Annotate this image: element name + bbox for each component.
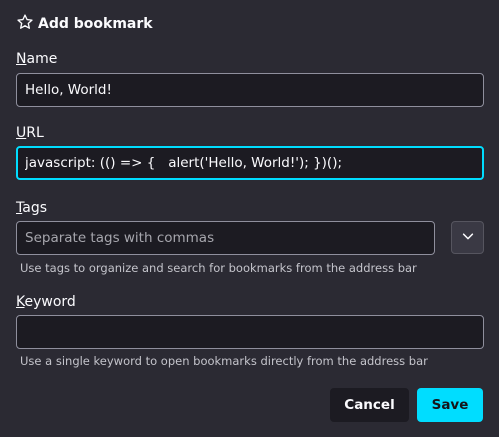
name-label-accesskey: N xyxy=(16,51,27,67)
name-label: Name xyxy=(16,51,57,67)
name-label-rest: ame xyxy=(26,51,58,67)
url-label-accesskey: U xyxy=(16,125,27,141)
tags-label: Tags xyxy=(16,200,47,216)
tags-hint: Use tags to organize and search for book… xyxy=(20,261,417,275)
tags-label-rest: ags xyxy=(22,200,47,216)
cancel-button[interactable]: Cancel xyxy=(330,388,409,422)
chevron-down-icon xyxy=(461,228,475,247)
name-input[interactable] xyxy=(16,73,484,107)
tags-input[interactable] xyxy=(16,221,435,255)
add-bookmark-dialog: Add bookmark Name URL Tags Use tags to o… xyxy=(0,0,499,437)
url-input[interactable] xyxy=(16,146,484,180)
tags-dropdown-button[interactable] xyxy=(451,221,484,254)
keyword-hint: Use a single keyword to open bookmarks d… xyxy=(20,354,428,368)
url-label: URL xyxy=(16,125,44,141)
dialog-header: Add bookmark xyxy=(16,13,153,35)
star-outline-icon xyxy=(16,13,38,35)
keyword-input[interactable] xyxy=(16,315,484,349)
save-button[interactable]: Save xyxy=(417,388,483,422)
keyword-label-rest: eyword xyxy=(24,294,76,310)
keyword-label: Keyword xyxy=(16,294,76,310)
dialog-title: Add bookmark xyxy=(38,16,153,32)
url-label-rest: RL xyxy=(26,125,44,141)
